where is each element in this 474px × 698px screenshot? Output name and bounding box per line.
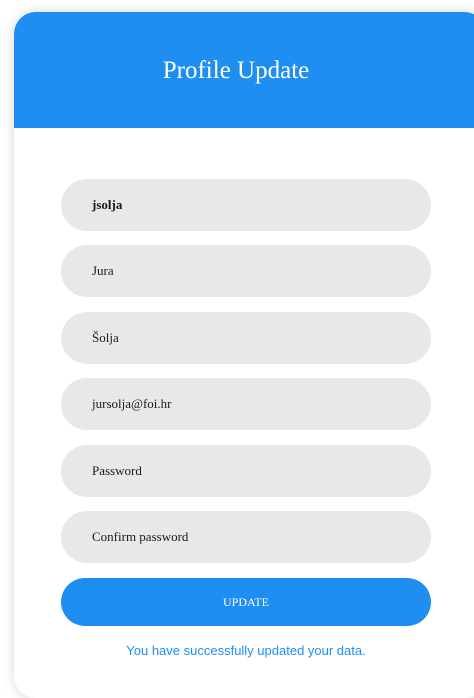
profile-update-card: Profile Update jsolja Jura Šolja jursolj…: [14, 12, 474, 698]
success-message: You have successfully updated your data.: [126, 643, 366, 658]
email-field[interactable]: jursolja@foi.hr: [61, 378, 431, 430]
first-name-field[interactable]: Jura: [61, 245, 431, 297]
last-name-field[interactable]: Šolja: [61, 312, 431, 364]
username-field[interactable]: jsolja: [61, 179, 431, 231]
confirm-password-field[interactable]: Confirm password: [61, 511, 431, 563]
page-title: Profile Update: [162, 57, 310, 84]
password-field[interactable]: Password: [61, 445, 431, 497]
card-header: Profile Update: [14, 12, 474, 128]
update-button[interactable]: UPDATE: [61, 578, 431, 626]
